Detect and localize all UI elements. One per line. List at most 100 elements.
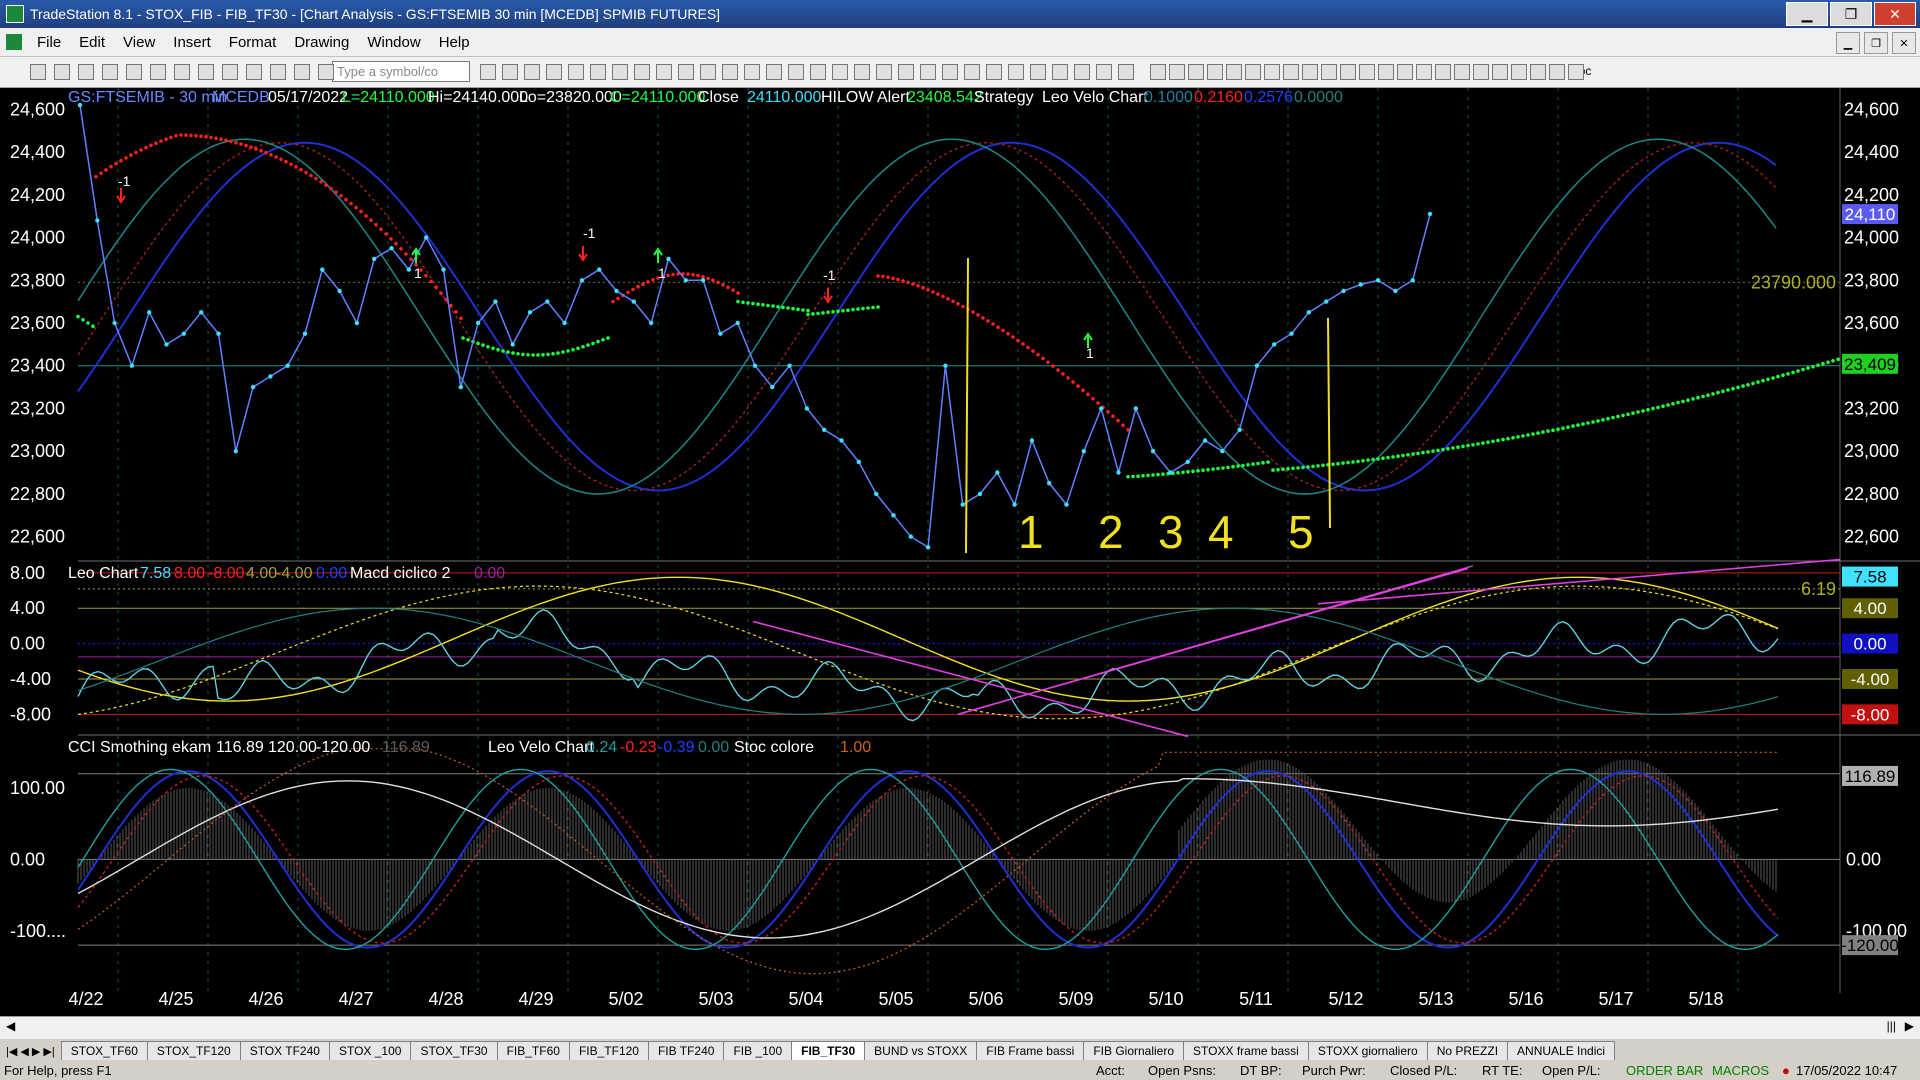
tab-bund-vs-stoxx[interactable]: BUND vs STOXX [864, 1041, 978, 1060]
toolbar-tool-icon[interactable] [1283, 64, 1299, 80]
toolbar-tool-icon[interactable] [1226, 64, 1242, 80]
toolbar-tool-icon[interactable] [1530, 64, 1546, 80]
status-macros[interactable]: MACROS [1712, 1063, 1769, 1078]
menu-format[interactable]: Format [220, 34, 286, 51]
toolbar-tool-icon[interactable] [480, 64, 496, 80]
toolbar-tool-icon[interactable] [78, 64, 94, 80]
tab-fib-tf240[interactable]: FIB TF240 [647, 1041, 725, 1060]
close-button[interactable]: ✕ [1874, 2, 1916, 26]
toolbar-tool-icon[interactable] [30, 64, 46, 80]
toolbar-tool-icon[interactable] [700, 64, 716, 80]
toolbar-tool-icon[interactable] [942, 64, 958, 80]
tab-fib-tf30[interactable]: FIB_TF30 [791, 1041, 866, 1060]
menu-file[interactable]: File [28, 34, 70, 51]
tab-fib-100[interactable]: FIB _100 [723, 1041, 793, 1060]
toolbar-tool-icon[interactable] [1008, 64, 1024, 80]
toolbar-tool-icon[interactable] [1340, 64, 1356, 80]
tab-fib-tf120[interactable]: FIB_TF120 [568, 1041, 649, 1060]
toolbar-tool-icon[interactable] [612, 64, 628, 80]
toolbar-tool-icon[interactable] [590, 64, 606, 80]
toolbar-tool-icon[interactable] [964, 64, 980, 80]
tab-nav-icons[interactable]: |◀ ◀ ▶ ▶| [0, 1043, 61, 1060]
toolbar-tool-icon[interactable] [986, 64, 1002, 80]
toolbar-tool-icon[interactable] [1549, 64, 1565, 80]
toolbar-tool-icon[interactable] [1397, 64, 1413, 80]
toolbar-tool-icon[interactable] [126, 64, 142, 80]
toolbar-tool-icon[interactable] [568, 64, 584, 80]
toolbar-tool-icon[interactable] [1118, 64, 1134, 80]
menu-insert[interactable]: Insert [164, 34, 220, 51]
toolbar-tool-icon[interactable] [1473, 64, 1489, 80]
scroll-grip-icon[interactable]: ||| [1887, 1019, 1896, 1033]
toolbar-tool-icon[interactable] [1264, 64, 1280, 80]
tab-no-prezzi[interactable]: No PREZZI [1426, 1041, 1509, 1060]
tab-stox-tf120[interactable]: STOX_TF120 [146, 1041, 241, 1060]
minimize-button[interactable]: ▁ [1786, 2, 1828, 26]
toolbar-tool-icon[interactable] [1169, 64, 1185, 80]
toolbar-tool-icon[interactable] [920, 64, 936, 80]
toolbar-tool-icon[interactable] [524, 64, 540, 80]
toolbar-tool-icon[interactable] [1378, 64, 1394, 80]
toolbar-tool-icon[interactable] [1321, 64, 1337, 80]
toolbar-tool-icon[interactable] [318, 64, 334, 80]
toolbar-tool-icon[interactable] [102, 64, 118, 80]
tab-stox-100[interactable]: STOX _100 [328, 1041, 412, 1060]
toolbar-tool-icon[interactable] [832, 64, 848, 80]
menu-view[interactable]: View [114, 34, 164, 51]
toolbar-tool-icon[interactable] [1416, 64, 1432, 80]
toolbar-tool-icon[interactable] [634, 64, 650, 80]
mdi-close-button[interactable]: ✕ [1892, 32, 1916, 54]
toolbar-tool-icon[interactable] [788, 64, 804, 80]
chart-svg[interactable]: 24,600 24,600 24,400 24,400 24,200 24,200 24,0… [0, 88, 1920, 1016]
tab-stoxx-frame-bassi[interactable]: STOXX frame bassi [1183, 1041, 1309, 1060]
toolbar-tool-icon[interactable] [1454, 64, 1470, 80]
symbol-input[interactable]: Type a symbol/co [332, 61, 470, 82]
toolbar-tool-icon[interactable] [246, 64, 262, 80]
toolbar-tool-icon[interactable] [656, 64, 672, 80]
tab-fib-frame-bassi[interactable]: FIB Frame bassi [976, 1041, 1085, 1060]
menu-edit[interactable]: Edit [70, 34, 114, 51]
toolbar-tool-icon[interactable] [1207, 64, 1223, 80]
toolbar-tool-icon[interactable] [1030, 64, 1046, 80]
toolbar-tool-icon[interactable] [174, 64, 190, 80]
toolbar-tool-icon[interactable] [810, 64, 826, 80]
toolbar-tool-icon[interactable] [876, 64, 892, 80]
tab-fib-giornaliero[interactable]: FIB Giornaliero [1083, 1041, 1185, 1060]
toolbar-tool-icon[interactable] [150, 64, 166, 80]
menu-window[interactable]: Window [358, 34, 429, 51]
horizontal-scrollbar[interactable]: ◀ ||| ▶ [0, 1016, 1920, 1039]
toolbar-tool-icon[interactable] [1074, 64, 1090, 80]
toolbar-tool-icon[interactable] [54, 64, 70, 80]
restore-button[interactable]: ❐ [1830, 2, 1872, 26]
toolbar-tool-icon[interactable] [744, 64, 760, 80]
toolbar-tool-icon[interactable] [722, 64, 738, 80]
toolbar-tool-icon[interactable] [546, 64, 562, 80]
toolbar-tool-icon[interactable] [1568, 64, 1584, 80]
toolbar-tool-icon[interactable] [1188, 64, 1204, 80]
toolbar-tool-icon[interactable] [222, 64, 238, 80]
toolbar-tool-icon[interactable] [1359, 64, 1375, 80]
chart-area[interactable]: 24,600 24,600 24,400 24,400 24,200 24,200 24,0… [0, 88, 1920, 1016]
toolbar-tool-icon[interactable] [766, 64, 782, 80]
toolbar-tool-icon[interactable] [1150, 64, 1166, 80]
menu-help[interactable]: Help [430, 34, 479, 51]
toolbar-tool-icon[interactable] [1435, 64, 1451, 80]
scroll-right-icon[interactable]: ▶ [1905, 1019, 1914, 1033]
tab-stox-tf30[interactable]: STOX_TF30 [410, 1041, 498, 1060]
toolbar-tool-icon[interactable] [1492, 64, 1508, 80]
toolbar-tool-icon[interactable] [1511, 64, 1527, 80]
toolbar-tool-icon[interactable] [1052, 64, 1068, 80]
mdi-minimize-button[interactable]: ▁ [1836, 32, 1860, 54]
tab-annuale-indici[interactable]: ANNUALE Indici [1507, 1041, 1616, 1060]
tab-stox-tf240[interactable]: STOX TF240 [239, 1041, 330, 1060]
toolbar-tool-icon[interactable] [502, 64, 518, 80]
tab-stoxx-giornaliero[interactable]: STOXX giornaliero [1307, 1041, 1428, 1060]
toolbar-tool-icon[interactable] [854, 64, 870, 80]
menu-drawing[interactable]: Drawing [285, 34, 358, 51]
toolbar-tool-icon[interactable] [1245, 64, 1261, 80]
tab-fib-tf60[interactable]: FIB_TF60 [496, 1041, 570, 1060]
mdi-restore-button[interactable]: ❐ [1864, 32, 1888, 54]
toolbar-tool-icon[interactable] [1096, 64, 1112, 80]
toolbar-tool-icon[interactable] [898, 64, 914, 80]
tab-stox-tf60[interactable]: STOX_TF60 [60, 1041, 148, 1060]
